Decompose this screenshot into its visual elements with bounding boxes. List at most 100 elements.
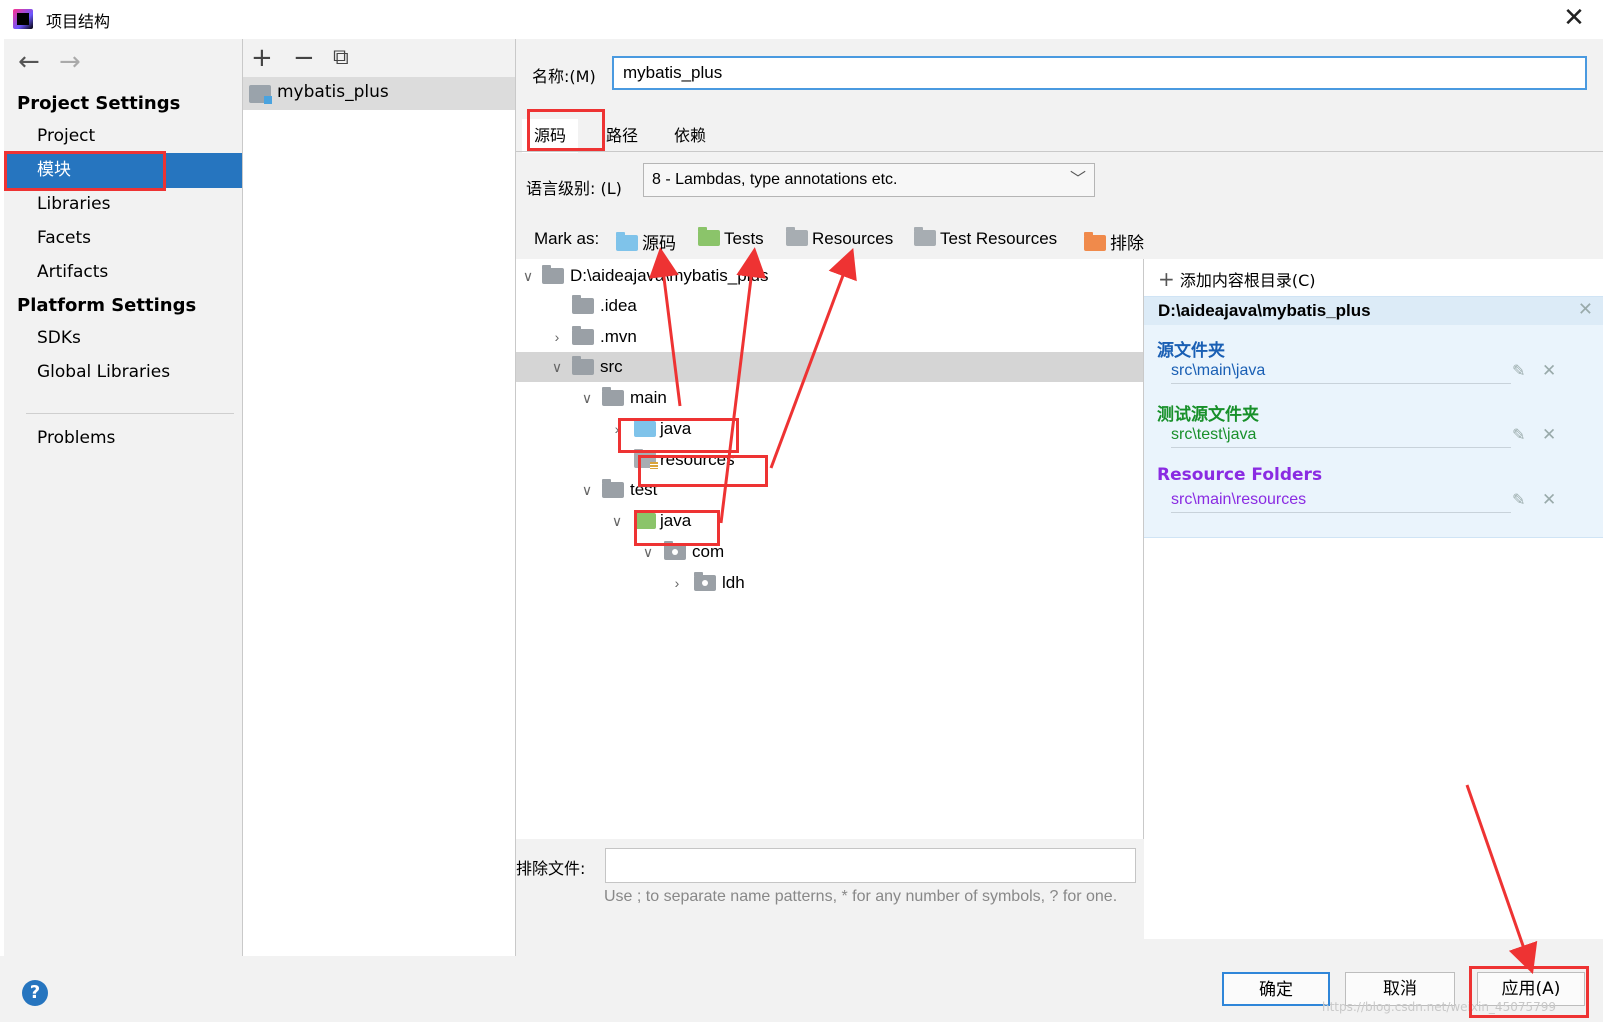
- remove-root-icon[interactable]: ✕: [1578, 299, 1593, 320]
- sidebar-item-sdks[interactable]: SDKs: [4, 321, 242, 356]
- exclude-files-input[interactable]: [605, 848, 1136, 883]
- tree-node-src[interactable]: ∨ src: [516, 352, 1143, 382]
- mark-sources-label: 源码: [642, 234, 676, 253]
- settings-sidebar: ← → Project Settings Project 模块 Librarie…: [4, 39, 243, 956]
- tab-paths[interactable]: 路径: [594, 119, 650, 153]
- source-folders-title: 源文件夹: [1157, 341, 1225, 361]
- remove-icon[interactable]: −: [293, 43, 315, 73]
- add-icon[interactable]: +: [251, 43, 273, 73]
- folder-icon: [542, 265, 564, 284]
- chevron-down-icon[interactable]: ∨: [550, 352, 564, 382]
- sidebar-item-libraries[interactable]: Libraries: [4, 187, 242, 222]
- language-level-value: 8 - Lambdas, type annotations etc.: [652, 171, 898, 188]
- close-window-button[interactable]: ✕: [1560, 4, 1588, 32]
- tree-node-ldh[interactable]: › ldh: [516, 568, 1143, 598]
- tab-dependencies[interactable]: 依赖: [662, 119, 718, 153]
- sidebar-item-modules[interactable]: 模块: [4, 153, 242, 188]
- sidebar-item-artifacts[interactable]: Artifacts: [4, 255, 242, 290]
- chevron-right-icon[interactable]: ›: [550, 322, 564, 352]
- chevron-down-icon[interactable]: ∨: [610, 506, 624, 536]
- sidebar-item-project[interactable]: Project: [4, 119, 242, 154]
- chevron-right-icon[interactable]: ›: [670, 568, 684, 598]
- mark-as-test-resources-button[interactable]: Test Resources: [914, 227, 1058, 249]
- mark-test-resources-label: Test Resources: [940, 229, 1058, 248]
- mark-as-sources-button[interactable]: 源码: [616, 229, 676, 254]
- help-icon[interactable]: ?: [22, 980, 48, 1006]
- remove-folder-icon[interactable]: ✕: [1542, 361, 1556, 381]
- sidebar-item-facets[interactable]: Facets: [4, 221, 242, 256]
- chevron-down-icon[interactable]: ∨: [521, 261, 535, 291]
- tree-label: resources: [660, 450, 735, 469]
- folder-icon: [602, 479, 624, 498]
- name-label: 名称:(M): [532, 67, 596, 86]
- excluded-folder-icon: [1084, 232, 1106, 251]
- project-settings-heading: Project Settings: [17, 93, 181, 114]
- mark-excluded-label: 排除: [1110, 234, 1144, 253]
- tab-sources[interactable]: 源码: [522, 119, 579, 153]
- window-title: 项目结构: [46, 12, 111, 31]
- remove-folder-icon[interactable]: ✕: [1542, 490, 1556, 510]
- tree-node-root[interactable]: ∨ D:\aideajava\mybatis_plus: [516, 261, 1143, 291]
- tree-label: java: [660, 419, 692, 438]
- tree-node-test[interactable]: ∨ test: [516, 475, 1143, 505]
- edit-pencil-icon[interactable]: ✎: [1512, 361, 1525, 380]
- edit-pencil-icon[interactable]: ✎: [1512, 490, 1525, 509]
- tree-node-main-java[interactable]: › java: [516, 414, 1143, 444]
- copy-icon[interactable]: ⧉: [333, 45, 349, 70]
- exclude-hint: Use ; to separate name patterns, * for a…: [604, 888, 1118, 905]
- chevron-down-icon: ﹀: [1069, 171, 1086, 188]
- sidebar-divider: [26, 413, 234, 414]
- tree-node-main[interactable]: ∨ main: [516, 383, 1143, 413]
- tree-node-mvn[interactable]: › .mvn: [516, 322, 1143, 352]
- chevron-down-icon[interactable]: ∨: [641, 537, 655, 567]
- tree-label: .idea: [600, 296, 637, 315]
- chevron-down-icon[interactable]: ∨: [580, 475, 594, 505]
- divider: [1171, 512, 1511, 513]
- chevron-right-icon[interactable]: ›: [610, 414, 624, 444]
- tree-label: ldh: [722, 573, 745, 592]
- content-roots-panel: + 添加内容根目录(C) D:\aideajava\mybatis_plus ✕…: [1144, 259, 1603, 939]
- chevron-down-icon[interactable]: ∨: [580, 383, 594, 413]
- mark-as-label: Mark as:: [534, 229, 600, 248]
- add-content-root-label: 添加内容根目录(C): [1179, 271, 1316, 290]
- source-folder-path: src\main\java: [1171, 362, 1266, 379]
- folder-icon: [572, 356, 594, 375]
- intellij-app-icon: [13, 9, 33, 29]
- mark-as-excluded-button[interactable]: 排除: [1084, 229, 1144, 254]
- remove-folder-icon[interactable]: ✕: [1542, 425, 1556, 445]
- folder-icon: [602, 387, 624, 406]
- module-name-input[interactable]: [612, 56, 1587, 90]
- sidebar-item-problems[interactable]: Problems: [4, 421, 242, 456]
- back-arrow-icon[interactable]: ←: [18, 47, 40, 77]
- folder-icon: [572, 326, 594, 345]
- platform-settings-heading: Platform Settings: [17, 295, 197, 316]
- tree-label: src: [600, 357, 623, 376]
- test-resource-folder-icon: [914, 227, 936, 246]
- module-list-item[interactable]: mybatis_plus: [243, 77, 515, 110]
- tree-label: com: [692, 542, 725, 561]
- watermark: https://blog.csdn.net/weixin_45075799: [1322, 1000, 1557, 1014]
- language-level-select[interactable]: 8 - Lambdas, type annotations etc. ﹀: [643, 163, 1095, 197]
- tree-node-idea[interactable]: .idea: [516, 291, 1143, 321]
- edit-pencil-icon[interactable]: ✎: [1512, 425, 1525, 444]
- tree-node-test-java[interactable]: ∨ java: [516, 506, 1143, 536]
- sidebar-item-global-libraries[interactable]: Global Libraries: [4, 355, 242, 390]
- forward-arrow-icon[interactable]: →: [59, 47, 81, 77]
- tree-label: D:\aideajava\mybatis_plus: [570, 266, 769, 285]
- tree-node-resources[interactable]: resources: [516, 445, 1143, 475]
- mark-resources-label: Resources: [812, 229, 894, 248]
- language-level-label: 语言级别: (L): [526, 179, 622, 198]
- ok-button[interactable]: 确定: [1222, 972, 1330, 1006]
- tree-label: java: [660, 511, 692, 530]
- folder-icon: [572, 295, 594, 314]
- content-root-entry: D:\aideajava\mybatis_plus ✕ 源文件夹 src\mai…: [1144, 296, 1603, 538]
- test-folder-icon: [698, 227, 720, 246]
- title-bar: 项目结构 ✕: [0, 0, 1603, 38]
- mark-tests-label: Tests: [724, 229, 764, 248]
- add-content-root-button[interactable]: + 添加内容根目录(C): [1158, 267, 1316, 291]
- resource-folder-icon: [786, 227, 808, 246]
- tree-node-com[interactable]: ∨ com: [516, 537, 1143, 567]
- mark-as-resources-button[interactable]: Resources: [786, 227, 894, 249]
- mark-as-tests-button[interactable]: Tests: [698, 227, 764, 249]
- module-icon: [249, 85, 272, 104]
